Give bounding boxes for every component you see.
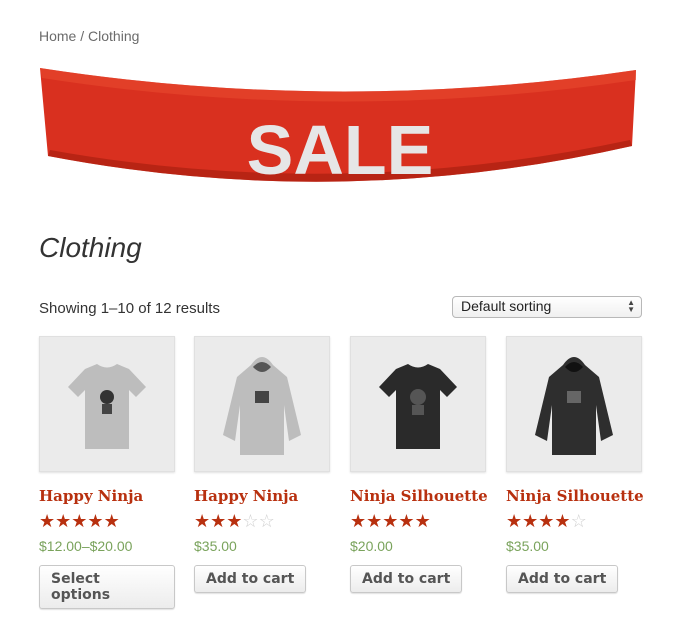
select-arrows-icon: ▲ ▼ [627, 298, 635, 314]
product-card[interactable]: Happy Ninja ★★★★★ $12.00–$20.00 Select o… [39, 336, 175, 609]
product-card[interactable]: Happy Ninja ★★★☆☆ $35.00 Add to cart [194, 336, 330, 593]
breadcrumb-current: Clothing [88, 28, 140, 44]
star-filled-icon: ★ [71, 511, 88, 531]
page-title: Clothing [39, 232, 142, 263]
star-filled-icon: ★ [522, 511, 539, 531]
product-title[interactable]: Happy Ninja [194, 487, 330, 505]
product-card[interactable]: Ninja Silhouette ★★★★☆ $35.00 Add to car… [506, 336, 644, 593]
star-empty-icon: ☆ [258, 511, 275, 531]
grey-tshirt-icon [68, 364, 146, 449]
product-image[interactable] [506, 336, 642, 472]
star-filled-icon: ★ [39, 511, 56, 531]
product-price: $35.00 [194, 538, 237, 554]
product-image[interactable] [194, 336, 330, 472]
star-filled-icon: ★ [194, 511, 211, 531]
product-title[interactable]: Happy Ninja [39, 487, 175, 505]
add-to-cart-button[interactable]: Add to cart [194, 565, 307, 593]
star-empty-icon: ☆ [242, 511, 259, 531]
black-hoodie-icon [535, 357, 613, 455]
star-rating: ★★★★★ [350, 512, 486, 530]
product-image[interactable] [350, 336, 486, 472]
star-filled-icon: ★ [382, 511, 399, 531]
star-filled-icon: ★ [55, 511, 72, 531]
star-empty-icon: ☆ [570, 511, 587, 531]
product-price: $12.00–$20.00 [39, 538, 133, 554]
star-filled-icon: ★ [398, 511, 415, 531]
star-filled-icon: ★ [87, 511, 104, 531]
black-tshirt-icon [379, 364, 457, 449]
select-options-button[interactable]: Select options [39, 565, 175, 609]
star-rating: ★★★★☆ [506, 512, 642, 530]
star-filled-icon: ★ [103, 511, 120, 531]
star-filled-icon: ★ [366, 511, 383, 531]
product-price: $35.00 [506, 538, 549, 554]
star-filled-icon: ★ [538, 511, 555, 531]
star-filled-icon: ★ [414, 511, 431, 531]
product-title[interactable]: Ninja Silhouette [506, 487, 644, 505]
product-image[interactable] [39, 336, 175, 472]
grey-hoodie-icon [223, 357, 301, 455]
result-count: Showing 1–10 of 12 results [39, 300, 220, 317]
sort-select[interactable]: Default sorting ▲ ▼ [452, 296, 642, 318]
star-filled-icon: ★ [554, 511, 571, 531]
sort-select-value: Default sorting [461, 298, 552, 314]
star-rating: ★★★★★ [39, 512, 175, 530]
add-to-cart-button[interactable]: Add to cart [350, 565, 463, 593]
breadcrumb-home-link[interactable]: Home [39, 28, 76, 44]
sale-banner: SALE [40, 68, 636, 189]
product-title[interactable]: Ninja Silhouette [350, 487, 488, 505]
breadcrumb-separator: / [76, 28, 89, 44]
star-filled-icon: ★ [350, 511, 367, 531]
star-filled-icon: ★ [506, 511, 523, 531]
product-card[interactable]: Ninja Silhouette ★★★★★ $20.00 Add to car… [350, 336, 488, 593]
star-filled-icon: ★ [210, 511, 227, 531]
breadcrumb: Home / Clothing [39, 28, 139, 44]
star-rating: ★★★☆☆ [194, 512, 330, 530]
product-price: $20.00 [350, 538, 393, 554]
sale-banner-text: SALE [247, 111, 434, 189]
add-to-cart-button[interactable]: Add to cart [506, 565, 619, 593]
star-filled-icon: ★ [226, 511, 243, 531]
